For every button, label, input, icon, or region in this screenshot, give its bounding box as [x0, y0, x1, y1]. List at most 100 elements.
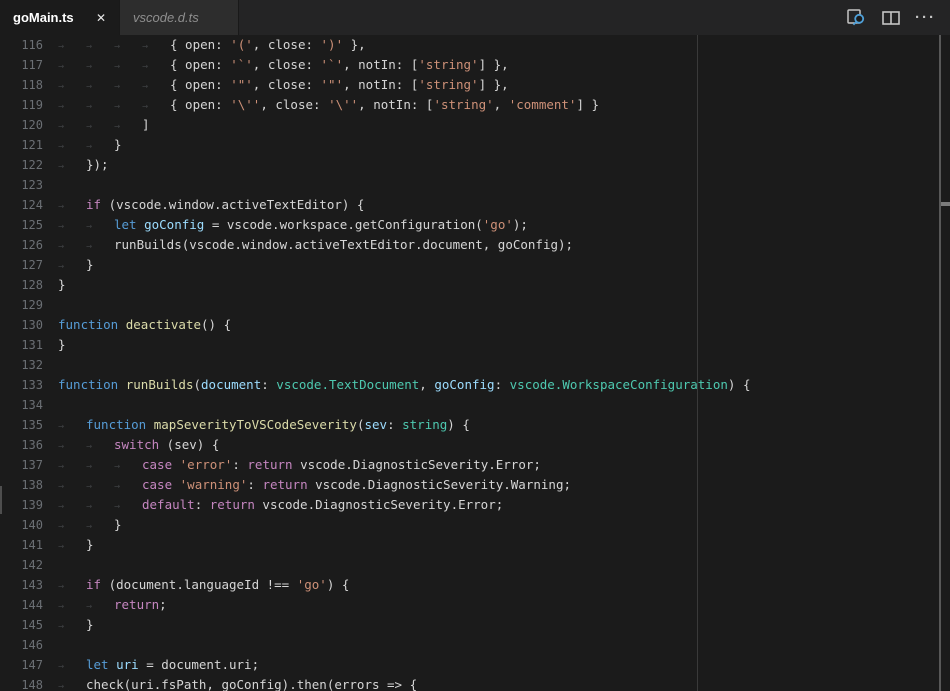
code-token: vscode.WorkspaceConfiguration — [510, 377, 728, 392]
code-line[interactable]: 121→→} — [0, 135, 950, 155]
overview-ruler-cursor-marker — [941, 202, 950, 206]
code-token: case — [142, 477, 172, 492]
code-line[interactable]: 120→→→] — [0, 115, 950, 135]
open-preview-icon[interactable] — [846, 8, 867, 27]
line-number: 124 — [0, 195, 43, 215]
code-token: '"' — [321, 77, 344, 92]
code-text: →→→default: return vscode.DiagnosticSeve… — [58, 495, 503, 515]
code-line[interactable]: 141→} — [0, 535, 950, 555]
code-line[interactable]: 144→→return; — [0, 595, 950, 615]
code-line[interactable]: 119→→→→{ open: '\'', close: '\'', notIn:… — [0, 95, 950, 115]
code-line[interactable]: 135 →function mapSeverityToVSCodeSeverity… — [0, 415, 950, 435]
tab-whitespace-icon: → — [58, 95, 86, 117]
tab-label: vscode.d.ts — [133, 10, 199, 25]
editor-actions: ··· — [846, 0, 950, 35]
code-editor[interactable]: 116→→→→{ open: '(', close: ')' },117→→→→… — [0, 35, 950, 691]
code-line[interactable]: 124→if (vscode.window.activeTextEditor) … — [0, 195, 950, 215]
tab-whitespace-icon: → — [142, 95, 170, 117]
code-line[interactable]: 133function runBuilds(document: vscode.T… — [0, 375, 950, 395]
code-text: →→→case 'error': return vscode.Diagnosti… — [58, 455, 541, 475]
overview-ruler[interactable] — [939, 35, 941, 691]
code-line[interactable]: 123 — [0, 175, 950, 195]
code-text: →function mapSeverityToVSCodeSeverity(se… — [58, 415, 470, 435]
code-token: { open: — [170, 57, 230, 72]
code-line[interactable]: 125→→let goConfig = vscode.workspace.get… — [0, 215, 950, 235]
code-line[interactable]: 146 — [0, 635, 950, 655]
code-token: ')' — [321, 37, 344, 52]
code-token — [172, 477, 180, 492]
code-line[interactable]: 142 — [0, 555, 950, 575]
code-line[interactable]: 132 — [0, 355, 950, 375]
code-token: default — [142, 497, 195, 512]
line-number: 131 — [0, 335, 43, 355]
code-text: →→let goConfig = vscode.workspace.getCon… — [58, 215, 528, 235]
code-token: 'string' — [418, 77, 478, 92]
tab-whitespace-icon: → — [58, 255, 86, 277]
tab-gomain-ts[interactable]: goMain.ts ✕ — [0, 0, 120, 35]
code-text: →}); — [58, 155, 109, 175]
tab-vscode-d-ts[interactable]: vscode.d.ts — [120, 0, 239, 35]
line-number: 138 — [0, 475, 43, 495]
code-token: , close: — [253, 37, 321, 52]
tab-whitespace-icon: → — [58, 455, 86, 477]
code-line[interactable]: 127→} — [0, 255, 950, 275]
tab-whitespace-icon: → — [58, 595, 86, 617]
code-text: →→runBuilds(vscode.window.activeTextEdit… — [58, 235, 573, 255]
code-line[interactable]: 138→→→case 'warning': return vscode.Diag… — [0, 475, 950, 495]
line-number: 130 — [0, 315, 43, 335]
tab-whitespace-icon: → — [86, 115, 114, 137]
line-number: 122 — [0, 155, 43, 175]
code-line[interactable]: 118→→→→{ open: '"', close: '"', notIn: [… — [0, 75, 950, 95]
code-text: →if (document.languageId !== 'go') { — [58, 575, 349, 595]
code-line[interactable]: 136→→switch (sev) { — [0, 435, 950, 455]
code-line[interactable]: 117→→→→{ open: '`', close: '`', notIn: [… — [0, 55, 950, 75]
more-actions-icon[interactable]: ··· — [915, 9, 936, 26]
code-token: if — [86, 577, 101, 592]
line-number: 141 — [0, 535, 43, 555]
code-line[interactable]: 140→→} — [0, 515, 950, 535]
tab-whitespace-icon: → — [58, 75, 86, 97]
tab-whitespace-icon: → — [58, 575, 86, 597]
code-line[interactable]: 122 →}); — [0, 155, 950, 175]
tab-whitespace-icon: → — [86, 215, 114, 237]
tab-whitespace-icon: → — [114, 475, 142, 497]
tab-whitespace-icon: → — [142, 75, 170, 97]
code-token: 'string' — [418, 57, 478, 72]
code-line[interactable]: 139→→→default: return vscode.DiagnosticS… — [0, 495, 950, 515]
code-line[interactable]: 143→if (document.languageId !== 'go') { — [0, 575, 950, 595]
line-number: 123 — [0, 175, 43, 195]
tab-whitespace-icon: → — [86, 595, 114, 617]
code-token: '(' — [230, 37, 253, 52]
code-line[interactable]: 145→} — [0, 615, 950, 635]
tab-whitespace-icon: → — [58, 155, 86, 177]
code-line[interactable]: 116→→→→{ open: '(', close: ')' }, — [0, 35, 950, 55]
split-editor-icon[interactable] — [882, 11, 900, 25]
code-token: , notIn: [ — [358, 97, 433, 112]
code-line[interactable]: 128} — [0, 275, 950, 295]
code-line[interactable]: 126→→runBuilds(vscode.window.activeTextE… — [0, 235, 950, 255]
line-number: 147 — [0, 655, 43, 675]
line-number: 140 — [0, 515, 43, 535]
code-line[interactable]: 137→→→case 'error': return vscode.Diagno… — [0, 455, 950, 475]
line-number: 118 — [0, 75, 43, 95]
tab-whitespace-icon: → — [114, 495, 142, 517]
code-token: '\'' — [230, 97, 260, 112]
close-icon[interactable]: ✕ — [96, 11, 106, 25]
code-line[interactable]: 148→check(uri.fsPath, goConfig).then(err… — [0, 675, 950, 691]
code-token: let — [86, 657, 109, 672]
code-text: →→switch (sev) { — [58, 435, 219, 455]
code-token: 'error' — [180, 457, 233, 472]
code-line[interactable]: 147→let uri = document.uri; — [0, 655, 950, 675]
code-token: (document.languageId !== — [101, 577, 297, 592]
code-line[interactable]: 130function deactivate() { — [0, 315, 950, 335]
code-token: '`' — [321, 57, 344, 72]
tab-whitespace-icon: → — [58, 535, 86, 557]
line-number: 144 — [0, 595, 43, 615]
code-line[interactable]: 131} — [0, 335, 950, 355]
tab-whitespace-icon: → — [142, 35, 170, 57]
code-token: (vscode.window.activeTextEditor) { — [101, 197, 364, 212]
code-token: : — [195, 497, 210, 512]
code-line[interactable]: 129 — [0, 295, 950, 315]
code-line[interactable]: 134 — [0, 395, 950, 415]
line-number: 135 — [0, 415, 43, 435]
